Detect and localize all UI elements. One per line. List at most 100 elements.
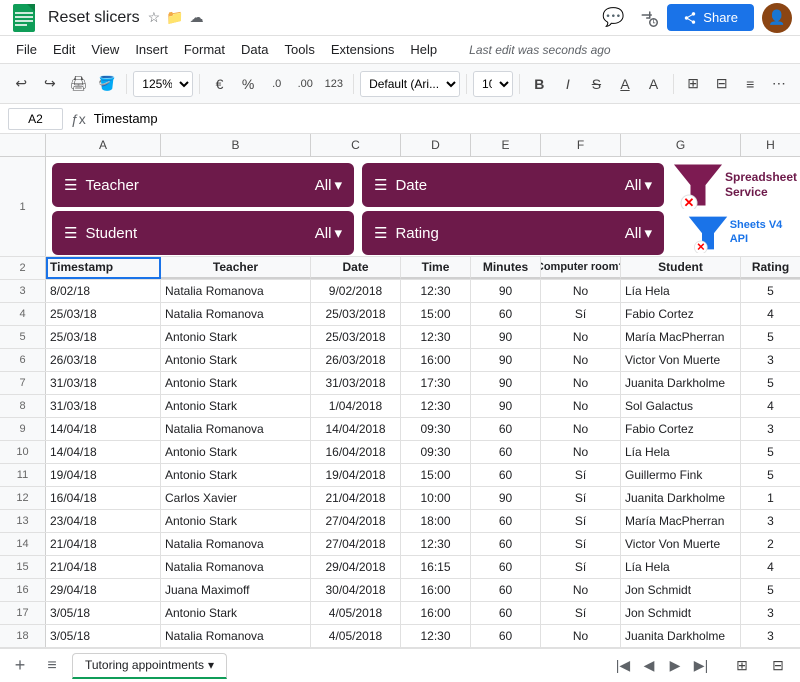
cell-date[interactable]: 25/03/2018 (311, 303, 401, 325)
slicer-teacher[interactable]: ☰ Teacher All ▾ (52, 163, 354, 207)
cell-computer[interactable]: Sí (541, 303, 621, 325)
cell-rating[interactable]: 5 (741, 280, 800, 302)
cell-computer[interactable]: No (541, 579, 621, 601)
comment-icon[interactable]: 💬 (595, 0, 631, 36)
cell-date[interactable]: 4/05/2018 (311, 625, 401, 647)
cell-teacher[interactable]: Natalia Romanova (161, 303, 311, 325)
cell-teacher[interactable]: Antonio Stark (161, 602, 311, 624)
cell-time[interactable]: 12:30 (401, 280, 471, 302)
cell-timestamp[interactable]: 26/03/18 (46, 349, 161, 371)
cell-teacher[interactable]: Natalia Romanova (161, 418, 311, 440)
cell-minutes[interactable]: 60 (471, 441, 541, 463)
font-size-select[interactable]: 10 (473, 71, 513, 97)
cell-rating[interactable]: 5 (741, 441, 800, 463)
decimal-less-btn[interactable]: .0 (263, 70, 290, 98)
cell-student[interactable]: María MacPherran (621, 326, 741, 348)
cell-minutes[interactable]: 90 (471, 326, 541, 348)
sheet-tab-tutoring[interactable]: Tutoring appointments ▾ (72, 653, 227, 679)
sheet-menu-button[interactable]: ≡ (40, 654, 64, 678)
borders-btn[interactable]: ⊞ (680, 70, 707, 98)
cell-minutes[interactable]: 90 (471, 395, 541, 417)
menu-file[interactable]: File (8, 36, 45, 64)
cell-time[interactable]: 16:00 (401, 349, 471, 371)
cell-time[interactable]: 12:30 (401, 625, 471, 647)
nav-prev[interactable]: ◀ (638, 655, 660, 677)
cell-teacher[interactable]: Antonio Stark (161, 464, 311, 486)
cell-student[interactable]: Fabio Cortez (621, 418, 741, 440)
cell-time[interactable]: 15:00 (401, 303, 471, 325)
menu-insert[interactable]: Insert (127, 36, 176, 64)
cell-teacher[interactable]: Natalia Romanova (161, 556, 311, 578)
cell-timestamp[interactable]: 23/04/18 (46, 510, 161, 532)
cell-rating[interactable]: 3 (741, 602, 800, 624)
cell-date[interactable]: 29/04/2018 (311, 556, 401, 578)
cell-timestamp[interactable]: 3/05/18 (46, 625, 161, 647)
cell-computer[interactable]: No (541, 280, 621, 302)
cell-minutes[interactable]: 60 (471, 625, 541, 647)
cell-teacher[interactable]: Natalia Romanova (161, 625, 311, 647)
cell-student[interactable]: Juanita Darkholme (621, 487, 741, 509)
col-header-e[interactable]: E (471, 134, 541, 156)
cell-rating[interactable]: 3 (741, 510, 800, 532)
cell-2-student[interactable]: Student (621, 257, 741, 279)
percent-btn[interactable]: % (235, 70, 262, 98)
cell-time[interactable]: 12:30 (401, 533, 471, 555)
cell-timestamp[interactable]: 31/03/18 (46, 372, 161, 394)
cell-student[interactable]: Jon Schmidt (621, 602, 741, 624)
cell-rating[interactable]: 1 (741, 487, 800, 509)
cell-rating[interactable]: 5 (741, 464, 800, 486)
align-btn[interactable]: ≡ (737, 70, 764, 98)
cell-timestamp[interactable]: 25/03/18 (46, 303, 161, 325)
cell-minutes[interactable]: 60 (471, 533, 541, 555)
cell-rating[interactable]: 4 (741, 395, 800, 417)
cell-time[interactable]: 18:00 (401, 510, 471, 532)
cell-teacher[interactable]: Natalia Romanova (161, 280, 311, 302)
cell-rating[interactable]: 5 (741, 372, 800, 394)
cell-timestamp[interactable]: 29/04/18 (46, 579, 161, 601)
cell-computer[interactable]: No (541, 349, 621, 371)
cell-timestamp[interactable]: 31/03/18 (46, 395, 161, 417)
merge-btn[interactable]: ⊟ (708, 70, 735, 98)
cell-minutes[interactable]: 60 (471, 602, 541, 624)
cell-timestamp[interactable]: 21/04/18 (46, 556, 161, 578)
cell-teacher[interactable]: Antonio Stark (161, 441, 311, 463)
more-btn[interactable]: ⋯ (766, 70, 793, 98)
cell-2-time[interactable]: Time (401, 257, 471, 279)
cell-time[interactable]: 09:30 (401, 418, 471, 440)
cell-minutes[interactable]: 60 (471, 556, 541, 578)
cell-timestamp[interactable]: 21/04/18 (46, 533, 161, 555)
cell-computer[interactable]: Sí (541, 602, 621, 624)
add-sheet-button[interactable]: + (8, 654, 32, 678)
bold-btn[interactable]: B (526, 70, 553, 98)
cell-date[interactable]: 25/03/2018 (311, 326, 401, 348)
cell-teacher[interactable]: Antonio Stark (161, 349, 311, 371)
print-btn[interactable]: 🖨 (65, 70, 92, 98)
cell-date[interactable]: 27/04/2018 (311, 510, 401, 532)
undo-btn[interactable]: ↩ (8, 70, 35, 98)
cell-computer[interactable]: No (541, 372, 621, 394)
col-header-g[interactable]: G (621, 134, 741, 156)
cell-student[interactable]: María MacPherran (621, 510, 741, 532)
cell-minutes[interactable]: 90 (471, 487, 541, 509)
cell-time[interactable]: 12:30 (401, 395, 471, 417)
nav-first[interactable]: |◀ (612, 655, 634, 677)
cell-2-timestamp[interactable]: Timestamp (46, 257, 161, 279)
cell-timestamp[interactable]: 19/04/18 (46, 464, 161, 486)
cell-minutes[interactable]: 90 (471, 349, 541, 371)
menu-format[interactable]: Format (176, 36, 233, 64)
cell-computer[interactable]: No (541, 625, 621, 647)
cell-date[interactable]: 26/03/2018 (311, 349, 401, 371)
cell-teacher[interactable]: Antonio Stark (161, 510, 311, 532)
paint-btn[interactable]: 🪣 (94, 70, 121, 98)
cell-rating[interactable]: 3 (741, 418, 800, 440)
cell-student[interactable]: Juanita Darkholme (621, 625, 741, 647)
menu-tools[interactable]: Tools (276, 36, 322, 64)
slicer-student[interactable]: ☰ Student All ▾ (52, 211, 354, 255)
history-icon[interactable] (631, 0, 667, 36)
col-header-f[interactable]: F (541, 134, 621, 156)
slicer-date[interactable]: ☰ Date All ▾ (362, 163, 664, 207)
cell-student[interactable]: Victor Von Muerte (621, 533, 741, 555)
cell-date[interactable]: 1/04/2018 (311, 395, 401, 417)
col-header-b[interactable]: B (161, 134, 311, 156)
menu-help[interactable]: Help (402, 36, 445, 64)
